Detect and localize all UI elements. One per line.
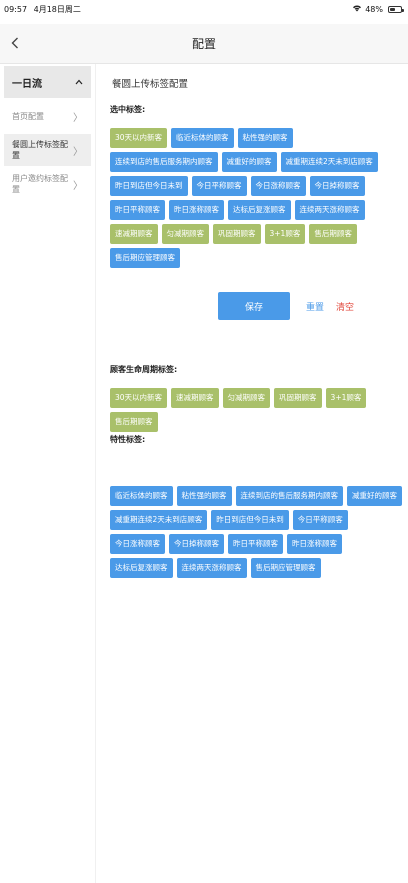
- save-button[interactable]: 保存: [218, 292, 290, 320]
- tag-chip[interactable]: 3+1顾客: [264, 224, 306, 244]
- trait-tags-list: 临近标体的顾客 粘性强的顾客 连续到店的售后服务期内顾客 减重好的顾客减重期连续2天未…: [110, 486, 404, 578]
- tag-chip[interactable]: 今日掉称顾客: [309, 176, 365, 196]
- tag-chip[interactable]: 匀减期顾客: [161, 224, 209, 244]
- tag-chip[interactable]: 连续到店的售后服务期内顾客: [110, 152, 218, 172]
- tag-chip[interactable]: 连续两天涨称顾客: [294, 200, 365, 220]
- tag-chip[interactable]: 今日涨称顾客: [110, 534, 165, 554]
- chevron-right-icon: 〉: [73, 180, 83, 192]
- tag-chip[interactable]: 连续两天涨称顾客: [176, 558, 247, 578]
- tag-chip[interactable]: 今日掉称顾客: [169, 534, 224, 554]
- sidebar-item-label: 餐圆上传标签配置: [12, 140, 68, 160]
- tag-chip[interactable]: 昨日到店但今日未到: [211, 510, 289, 530]
- tag-chip[interactable]: 昨日涨称顾客: [169, 200, 224, 220]
- tag-chip[interactable]: 临近标体的顾客: [171, 128, 234, 148]
- tag-chip[interactable]: 今日涨称顾客: [250, 176, 306, 196]
- tag-chip[interactable]: 售后期顾客: [309, 224, 357, 244]
- tag-chip[interactable]: 临近标体的顾客: [110, 486, 173, 506]
- tag-chip[interactable]: 昨日到店但今日未到: [110, 176, 188, 196]
- lifecycle-tags-list: 30天以内新客 速减期顾客 匀减期顾客 巩固期顾客 3+1顾客售后期顾客: [110, 388, 404, 432]
- tag-chip[interactable]: 速减期顾客: [110, 224, 158, 244]
- sidebar-item-label: 首页配置: [12, 111, 44, 121]
- tag-chip[interactable]: 减重期连续2天未到店顾客: [110, 510, 208, 530]
- tag-chip[interactable]: 3+1顾客: [325, 388, 367, 408]
- wifi-icon: [352, 4, 362, 14]
- tag-chip[interactable]: 巩固期顾客: [213, 224, 261, 244]
- status-time: 09:57: [4, 5, 28, 14]
- section-heading: 餐圆上传标签配置: [112, 79, 189, 90]
- clear-button[interactable]: 清空: [336, 300, 354, 313]
- tag-chip[interactable]: 减重期连续2天未到店顾客: [280, 152, 378, 172]
- sidebar-item-home-config[interactable]: 首页配置 〉: [4, 100, 91, 132]
- sidebar-group-label: 一日流: [12, 78, 42, 90]
- action-bar: 保存 重置 清空: [218, 292, 354, 320]
- tag-chip[interactable]: 连续到店的售后服务期内顾客: [235, 486, 343, 506]
- status-indicators: 48%: [352, 4, 404, 14]
- tag-chip[interactable]: 粘性强的顾客: [176, 486, 232, 506]
- status-bar: 09:57 4月18日周二 48%: [0, 0, 408, 18]
- sidebar-item-meal-upload-tags[interactable]: 餐圆上传标签配置 〉: [4, 134, 91, 166]
- tag-chip[interactable]: 速减期顾客: [171, 388, 219, 408]
- sidebar-item-label: 用户邀约标签配置: [12, 174, 68, 194]
- sidebar-item-invite-tags[interactable]: 用户邀约标签配置 〉: [4, 168, 91, 200]
- main-content: 餐圆上传标签配置 选中标签: 30天以内新客 临近标体的顾客 粘性强的顾客 连续到店的…: [100, 64, 408, 883]
- tag-chip[interactable]: 达标后复涨顾客: [110, 558, 173, 578]
- sidebar: 一日流 首页配置 〉 餐圆上传标签配置 〉 用户邀约标签配置 〉: [0, 64, 96, 883]
- page-title: 配置: [191, 37, 216, 51]
- sidebar-group-daily-flow[interactable]: 一日流: [4, 66, 91, 98]
- lifecycle-tags-title: 顾客生命周期标签:: [110, 365, 178, 374]
- tag-chip[interactable]: 巩固期顾客: [274, 388, 322, 408]
- battery-icon: [388, 5, 404, 13]
- battery-fill: [390, 7, 395, 11]
- tag-chip[interactable]: 达标后复涨顾客: [228, 200, 291, 220]
- tag-chip[interactable]: 30天以内新客: [110, 128, 168, 148]
- selected-tags-list: 30天以内新客 临近标体的顾客 粘性强的顾客 连续到店的售后服务期内顾客 减重好的顾客减…: [110, 128, 404, 268]
- tag-chip[interactable]: 减重好的顾客: [221, 152, 277, 172]
- status-time-date: 09:57 4月18日周二: [4, 4, 81, 15]
- tag-chip[interactable]: 售后期应管理顾客: [110, 248, 180, 268]
- status-date: 4月18日周二: [33, 5, 81, 14]
- nav-bar: 配置: [0, 24, 408, 64]
- chevron-right-icon: 〉: [73, 112, 83, 124]
- tag-chip[interactable]: 昨日平称顾客: [228, 534, 283, 554]
- trait-tags-title: 特性标签:: [110, 435, 146, 444]
- tag-chip[interactable]: 30天以内新客: [110, 388, 168, 408]
- tag-chip[interactable]: 粘性强的顾客: [237, 128, 293, 148]
- reset-button[interactable]: 重置: [306, 300, 324, 313]
- tag-chip[interactable]: 昨日平称顾客: [110, 200, 165, 220]
- selected-tags-title: 选中标签:: [110, 105, 146, 114]
- tag-chip[interactable]: 匀减期顾客: [222, 388, 271, 408]
- tag-chip[interactable]: 减重好的顾客: [347, 486, 402, 506]
- chevron-right-icon: 〉: [73, 146, 83, 158]
- tag-chip[interactable]: 今日平称顾客: [191, 176, 247, 196]
- tag-chip[interactable]: 昨日涨称顾客: [287, 534, 342, 554]
- tag-chip[interactable]: 售后期应管理顾客: [250, 558, 321, 578]
- tag-chip[interactable]: 今日平称顾客: [292, 510, 348, 530]
- battery-percent: 48%: [365, 4, 383, 14]
- tag-chip[interactable]: 售后期顾客: [110, 412, 158, 432]
- chevron-up-icon: [75, 77, 83, 88]
